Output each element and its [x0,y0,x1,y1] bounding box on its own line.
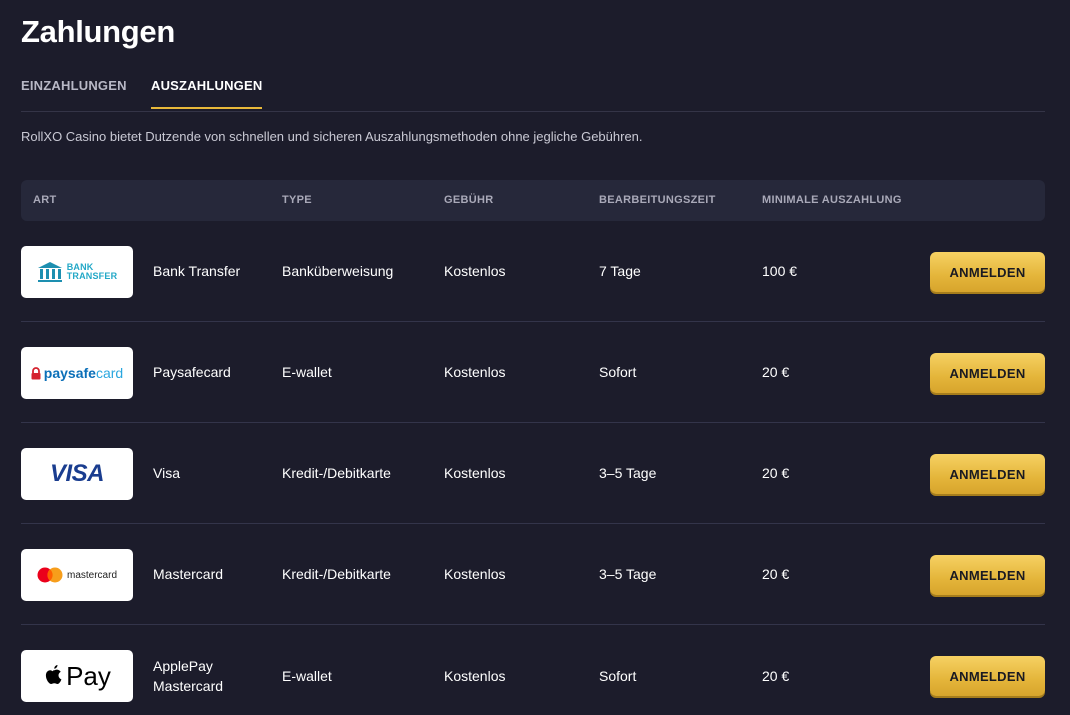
method-time: 3–5 Tage [599,465,657,481]
applepay-logo-text: Pay [66,660,111,691]
bank-transfer-logo: BANK TRANSFER [21,246,133,298]
bank-icon [37,262,62,282]
method-name: ApplePay Mastercard [153,657,224,694]
method-min: 20 € [762,364,790,380]
intro-text: RollXO Casino bietet Dutzende von schnel… [21,129,643,144]
method-min: 20 € [762,465,790,481]
apple-icon [45,665,62,684]
table-row: mastercard Mastercard Kredit-/Debitkarte… [21,524,1045,625]
table-row: Pay ApplePay Mastercard E-wallet Kostenl… [21,625,1045,715]
register-button[interactable]: ANMELDEN [930,353,1045,393]
method-name: Paysafecard [153,364,231,380]
method-type: Banküberweisung [282,263,394,279]
mastercard-logo-text: mastercard [66,569,117,581]
header-art: ART [33,194,57,206]
bank-transfer-logo-text: BANK TRANSFER [66,262,118,281]
method-fee: Kostenlos [444,566,506,582]
tab-einzahlungen[interactable]: EINZAHLUNGEN [21,78,127,107]
method-fee: Kostenlos [444,364,506,380]
mastercard-logo: mastercard [21,549,133,601]
method-time: Sofort [599,364,637,380]
method-time: Sofort [599,667,637,684]
tab-bar: EINZAHLUNGEN AUSZAHLUNGEN [21,66,1045,112]
method-name: Visa [153,465,180,481]
table-row: paysafecard Paysafecard E-wallet Kostenl… [21,322,1045,423]
header-type: TYPE [282,194,312,206]
method-fee: Kostenlos [444,465,506,481]
method-fee: Kostenlos [444,263,506,279]
method-name: Mastercard [153,566,224,582]
header-processing-time: BEARBEITUNGSZEIT [599,194,716,206]
method-min: 100 € [762,263,798,279]
tab-auszahlungen[interactable]: AUSZAHLUNGEN [151,78,263,109]
register-button[interactable]: ANMELDEN [930,454,1045,494]
table-row: VISA Visa Kredit-/Debitkarte Kostenlos 3… [21,423,1045,524]
method-time: 7 Tage [599,263,641,279]
table-header: ART TYPE GEBÜHR BEARBEITUNGSZEIT MINIMAL… [21,180,1045,221]
mastercard-circles-icon [37,567,63,583]
method-min: 20 € [762,667,790,684]
method-type: Kredit-/Debitkarte [282,465,391,481]
method-fee: Kostenlos [444,667,506,684]
payments-page: Zahlungen EINZAHLUNGEN AUSZAHLUNGEN Roll… [0,0,1070,715]
header-min-withdrawal: MINIMALE AUSZAHLUNG [762,194,902,206]
table-row: BANK TRANSFER Bank Transfer Banküberweisu… [21,221,1045,322]
method-type: E-wallet [282,364,332,380]
register-button[interactable]: ANMELDEN [930,656,1045,696]
method-type: Kredit-/Debitkarte [282,566,391,582]
method-min: 20 € [762,566,790,582]
register-button[interactable]: ANMELDEN [930,252,1045,292]
paysafecard-logo: paysafecard [21,347,133,399]
payment-methods-table: BANK TRANSFER Bank Transfer Banküberweisu… [21,221,1045,715]
page-title: Zahlungen [21,14,176,49]
applepay-logo: Pay [21,650,133,702]
visa-logo: VISA [21,448,133,500]
visa-logo-text: VISA [49,460,105,487]
register-button[interactable]: ANMELDEN [930,555,1045,595]
header-fee: GEBÜHR [444,194,494,206]
method-time: 3–5 Tage [599,566,657,582]
method-type: E-wallet [282,667,332,684]
lock-icon [31,366,41,379]
method-name: Bank Transfer [153,263,241,279]
